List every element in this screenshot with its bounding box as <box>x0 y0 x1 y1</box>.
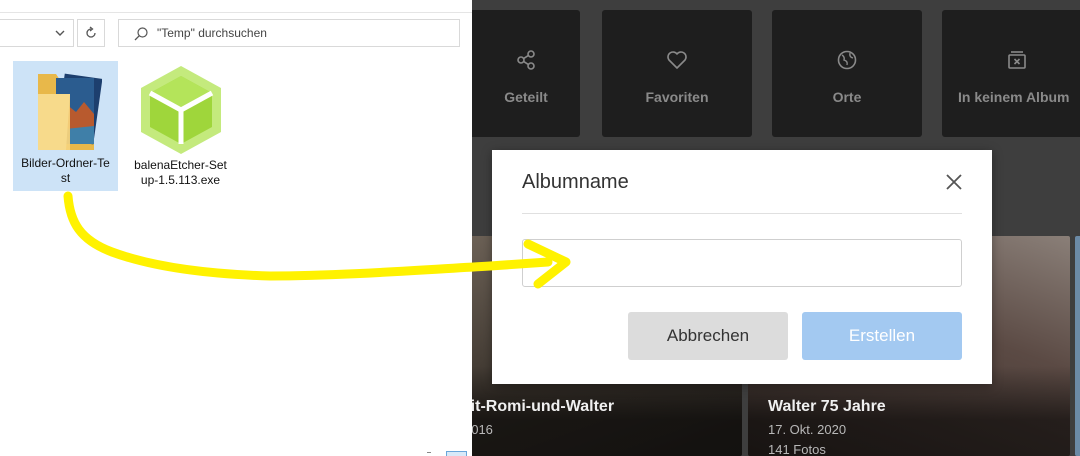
chevron-down-icon[interactable] <box>53 26 67 40</box>
file-explorer-window: Bilder-Ordner-Test balenaEtcher-Setup-1.… <box>0 0 472 456</box>
category-tile-orte[interactable]: Orte <box>772 10 922 137</box>
album-photo-count: 141 Fotos <box>768 442 826 456</box>
heart-icon <box>667 51 687 69</box>
category-label: Favoriten <box>645 89 709 105</box>
album-card-partial[interactable] <box>1075 236 1080 456</box>
folder-with-photos-icon <box>37 73 102 150</box>
cancel-button[interactable]: Abbrechen <box>628 312 788 360</box>
file-item-bilder-ordner-test[interactable]: Bilder-Ordner-Test <box>13 61 118 191</box>
category-label: Orte <box>832 89 862 105</box>
dialog-title: Albumname <box>522 171 629 193</box>
file-name: Bilder-Ordner-Test <box>21 156 110 185</box>
category-tile-in-keinem-album[interactable]: In keinem Album <box>942 10 1080 137</box>
search-input[interactable] <box>157 20 453 46</box>
album-date: ov. 2016 <box>472 422 493 437</box>
category-tile-geteilt[interactable]: Geteilt <box>472 10 580 137</box>
album-name-dialog: Albumname Abbrechen Erstellen <box>492 150 992 384</box>
album-date: 17. Okt. 2020 <box>768 422 847 437</box>
close-icon[interactable] <box>944 172 964 192</box>
category-label: Geteilt <box>504 89 548 105</box>
album-name-input[interactable] <box>522 239 962 287</box>
category-tile-favoriten[interactable]: Favoriten <box>602 10 752 137</box>
share-icon <box>517 50 535 70</box>
dialog-divider <box>522 213 962 214</box>
file-name: balenaEtcher-Setup-1.5.113.exe <box>134 158 227 187</box>
album-title: Walter 75 Jahre <box>768 398 886 415</box>
toolbar-divider <box>0 12 472 13</box>
album-x-icon <box>1008 51 1026 69</box>
category-label: In keinem Album <box>958 89 1070 105</box>
view-toggle-button[interactable] <box>446 451 467 456</box>
create-button[interactable]: Erstellen <box>802 312 962 360</box>
search-box[interactable] <box>118 19 460 47</box>
globe-icon <box>837 50 857 70</box>
address-bar[interactable] <box>0 19 74 47</box>
file-item-balena-etcher-setup[interactable]: balenaEtcher-Setup-1.5.113.exe <box>128 61 233 191</box>
album-title: nzeit-Romi-und-Walter <box>472 398 615 415</box>
refresh-icon <box>86 26 96 38</box>
refresh-button[interactable] <box>77 19 105 47</box>
balena-etcher-cube-icon <box>140 66 221 154</box>
status-bar-indicator <box>427 452 431 453</box>
search-icon <box>134 27 148 41</box>
